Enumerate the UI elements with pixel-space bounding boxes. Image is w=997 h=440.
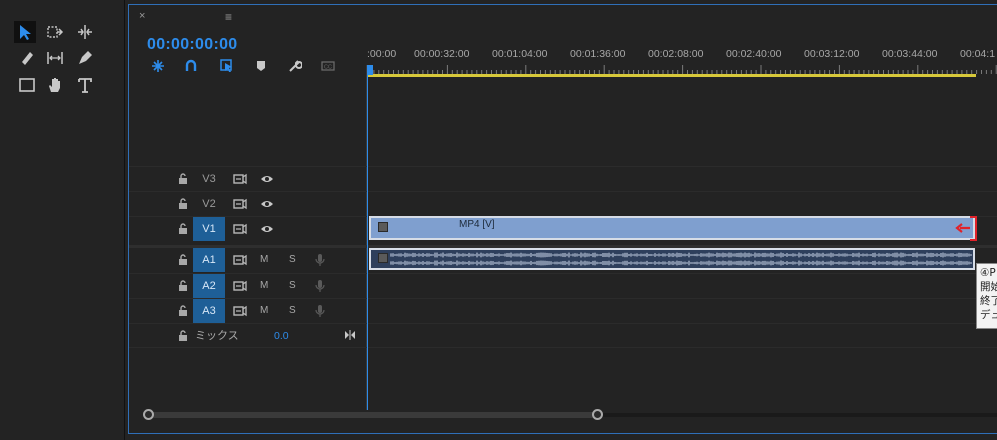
- lock-icon[interactable]: [178, 254, 188, 266]
- track-row-a3: A3 M S: [129, 298, 997, 323]
- playhead-timecode[interactable]: 00:00:00:00: [147, 36, 237, 54]
- pen-tool-icon[interactable]: [74, 47, 96, 69]
- track-header-a2: A2 M S: [129, 274, 367, 299]
- sync-lock-icon[interactable]: [233, 198, 247, 210]
- sync-lock-icon[interactable]: [233, 223, 247, 235]
- track-select-forward-tool-icon[interactable]: [44, 21, 66, 43]
- solo-button[interactable]: S: [289, 299, 296, 323]
- ruler-label: 00:04:1: [960, 48, 996, 60]
- microphone-icon[interactable]: [315, 253, 325, 267]
- track-header-a1: A1 M S: [129, 248, 367, 273]
- track-name-a2[interactable]: A2: [193, 274, 225, 298]
- fx-badge-icon: [378, 222, 388, 232]
- timeline-settings-wrench-icon[interactable]: [286, 58, 304, 74]
- captions-icon[interactable]: CC: [319, 58, 337, 74]
- sync-lock-icon[interactable]: [233, 254, 247, 266]
- lock-icon[interactable]: [178, 330, 188, 342]
- microphone-icon[interactable]: [315, 279, 325, 293]
- svg-text:CC: CC: [324, 65, 332, 71]
- track-header-v1: V1: [129, 217, 367, 242]
- track-row-a2: A2 M S: [129, 273, 997, 298]
- track-name-a3[interactable]: A3: [193, 299, 225, 323]
- rectangle-tool-icon[interactable]: [16, 74, 38, 96]
- ruler-label: 00:02:40:00: [726, 48, 782, 60]
- solo-button[interactable]: S: [289, 274, 296, 298]
- mute-button[interactable]: M: [260, 299, 268, 323]
- lock-icon[interactable]: [178, 280, 188, 292]
- mix-volume-value[interactable]: 0.0: [274, 324, 289, 348]
- tooltip-line: ④P: [980, 267, 996, 279]
- ruler-label: 00:01:36:00: [570, 48, 626, 60]
- tools-panel: [0, 0, 125, 440]
- track-row-v2: V2: [129, 191, 997, 216]
- eye-icon[interactable]: [260, 198, 274, 210]
- sync-lock-icon[interactable]: [233, 280, 247, 292]
- track-name-v2[interactable]: V2: [193, 192, 225, 216]
- video-clip[interactable]: MP4 [V]: [369, 216, 975, 240]
- zoom-handle-left[interactable]: [143, 409, 154, 420]
- work-area-bar[interactable]: [367, 74, 976, 77]
- linked-selection-icon[interactable]: [182, 58, 200, 74]
- track-name-a1[interactable]: A1: [193, 248, 225, 272]
- eye-icon[interactable]: [260, 223, 274, 235]
- tooltip-line: 開始: [980, 281, 997, 293]
- scroll-thumb[interactable]: [147, 412, 597, 418]
- track-header-mix: ミックス 0.0: [129, 324, 367, 349]
- razor-tool-icon[interactable]: [16, 47, 38, 69]
- track-name-v1[interactable]: V1: [193, 217, 225, 241]
- ruler-label: 00:03:44:00: [882, 48, 938, 60]
- playhead-handle[interactable]: [366, 65, 373, 75]
- time-ruler[interactable]: :00:00 00:00:32:00 00:01:04:00 00:01:36:…: [366, 41, 997, 81]
- timeline-panel: × ≡ 00:00:00:00 CC :00:00 00:00:32:00 00…: [128, 4, 997, 434]
- ruler-label: 00:02:08:00: [648, 48, 704, 60]
- audio-clip[interactable]: [369, 248, 975, 270]
- eye-icon[interactable]: [260, 173, 274, 185]
- ruler-label: 00:01:04:00: [492, 48, 548, 60]
- ruler-label: 00:00:32:00: [414, 48, 470, 60]
- sync-lock-icon[interactable]: [233, 173, 247, 185]
- tooltip: ④P 開始 終了 デュ: [976, 263, 997, 329]
- track-header-v3: V3: [129, 167, 367, 192]
- add-marker-icon[interactable]: [252, 58, 270, 74]
- microphone-icon[interactable]: [315, 304, 325, 318]
- horizontal-scrollbar[interactable]: [143, 409, 997, 421]
- lock-icon[interactable]: [178, 305, 188, 317]
- track-header-v2: V2: [129, 192, 367, 217]
- track-header-a3: A3 M S: [129, 299, 367, 324]
- selection-tool-icon[interactable]: [14, 21, 36, 43]
- mix-label: ミックス: [195, 329, 239, 342]
- sync-lock-icon[interactable]: [233, 305, 247, 317]
- panel-menu-icon[interactable]: ≡: [225, 10, 232, 24]
- track-name-v3[interactable]: V3: [193, 167, 225, 191]
- type-tool-icon[interactable]: [74, 74, 96, 96]
- ruler-label: :00:00: [367, 48, 397, 60]
- clip-end-annotation: [970, 216, 977, 241]
- playhead-line[interactable]: [367, 75, 368, 410]
- add-marker-selection-icon[interactable]: [218, 58, 236, 74]
- track-row-mix: ミックス 0.0: [129, 323, 997, 348]
- mute-button[interactable]: M: [260, 248, 268, 272]
- ripple-edit-tool-icon[interactable]: [74, 21, 96, 43]
- track-row-v3: V3: [129, 166, 997, 191]
- tooltip-line: デュ: [980, 309, 997, 321]
- snap-icon[interactable]: [149, 58, 167, 74]
- hand-tool-icon[interactable]: [44, 74, 66, 96]
- video-clip-label: MP4 [V]: [459, 219, 495, 230]
- go-to-end-icon[interactable]: [344, 330, 356, 340]
- audio-waveform: [390, 252, 972, 266]
- slip-tool-icon[interactable]: [44, 47, 66, 69]
- close-tab-icon[interactable]: ×: [139, 10, 145, 22]
- solo-button[interactable]: S: [289, 248, 296, 272]
- zoom-handle-right[interactable]: [592, 409, 603, 420]
- arrow-left-icon: [955, 223, 970, 233]
- lock-icon[interactable]: [178, 173, 188, 185]
- tooltip-line: 終了: [980, 295, 997, 307]
- mute-button[interactable]: M: [260, 274, 268, 298]
- lock-icon[interactable]: [178, 223, 188, 235]
- lock-icon[interactable]: [178, 198, 188, 210]
- ruler-label: 00:03:12:00: [804, 48, 860, 60]
